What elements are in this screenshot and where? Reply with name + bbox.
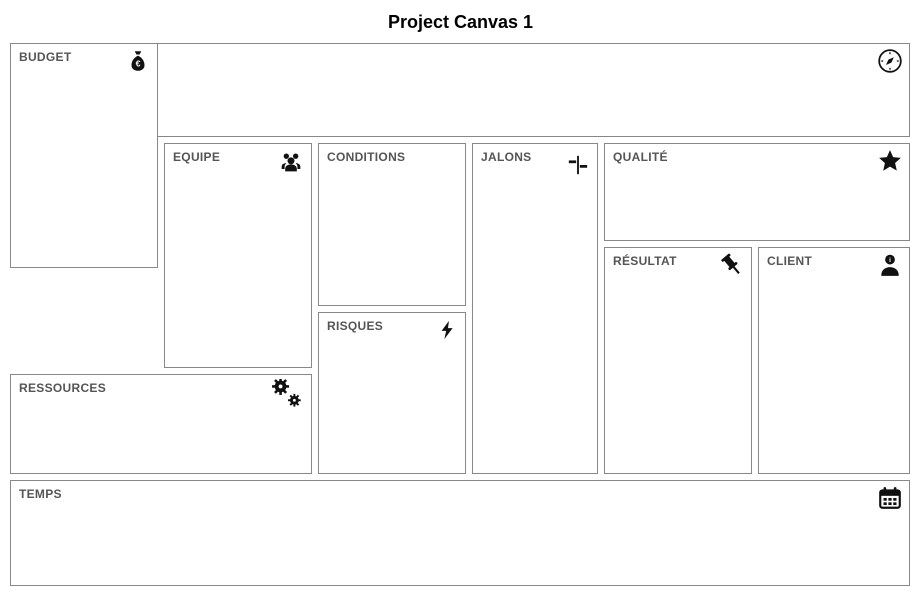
block-ressources: RESSOURCES: [10, 374, 312, 474]
label-client: CLIENT: [767, 254, 812, 268]
bolt-icon: [431, 317, 459, 345]
project-canvas: BUT BUDGET € EQUIPE: [10, 43, 910, 586]
block-risques: RISQUES: [318, 312, 466, 474]
block-temps: TEMPS: [10, 480, 910, 586]
label-budget: BUDGET: [19, 50, 71, 64]
gavel-icon: [717, 252, 745, 280]
compass-icon: [875, 48, 903, 76]
block-conditions: CONDITIONS: [318, 143, 466, 306]
gears-icon: [269, 379, 305, 415]
svg-text:€: €: [136, 58, 141, 68]
money-bag-icon: €: [123, 48, 151, 76]
milestone-icon: [563, 154, 591, 182]
label-temps: TEMPS: [19, 487, 62, 501]
svg-text:i: i: [889, 257, 891, 264]
team-icon: [277, 148, 305, 176]
label-conditions: CONDITIONS: [327, 150, 405, 164]
block-resultat: RÉSULTAT: [604, 247, 752, 474]
block-equipe: EQUIPE: [164, 143, 312, 368]
star-icon: [875, 148, 903, 176]
block-budget: BUDGET €: [10, 43, 158, 268]
person-info-icon: i: [875, 252, 903, 280]
calendar-icon: [875, 485, 903, 513]
label-jalons: JALONS: [481, 150, 531, 164]
label-qualite: QUALITÉ: [613, 150, 668, 164]
label-equipe: EQUIPE: [173, 150, 220, 164]
label-ressources: RESSOURCES: [19, 381, 106, 395]
canvas-title: Project Canvas 1: [10, 8, 911, 33]
label-resultat: RÉSULTAT: [613, 254, 677, 268]
label-risques: RISQUES: [327, 319, 383, 333]
block-qualite: QUALITÉ: [604, 143, 910, 241]
block-client: CLIENT i: [758, 247, 910, 474]
block-jalons: JALONS: [472, 143, 598, 474]
